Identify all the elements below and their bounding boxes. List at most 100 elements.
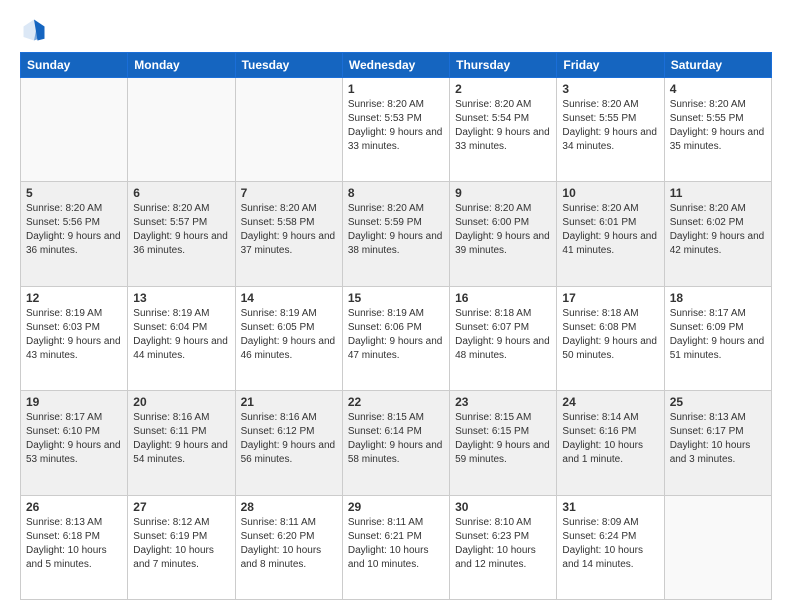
day-info: Sunrise: 8:19 AM Sunset: 6:04 PM Dayligh… — [133, 307, 229, 363]
calendar-cell: 4 Sunrise: 8:20 AM Sunset: 5:55 PM Daylig… — [664, 78, 771, 182]
day-info: Sunrise: 8:17 AM Sunset: 6:10 PM Dayligh… — [26, 411, 122, 467]
day-info: Sunrise: 8:20 AM Sunset: 5:59 PM Dayligh… — [348, 202, 444, 258]
day-number: 24 — [562, 395, 658, 409]
day-info: Sunrise: 8:11 AM Sunset: 6:20 PM Dayligh… — [241, 516, 337, 572]
logo — [20, 16, 52, 44]
day-info: Sunrise: 8:13 AM Sunset: 6:17 PM Dayligh… — [670, 411, 766, 467]
day-number: 25 — [670, 395, 766, 409]
day-number: 14 — [241, 291, 337, 305]
day-number: 22 — [348, 395, 444, 409]
logo-icon — [20, 16, 48, 44]
calendar-cell: 6 Sunrise: 8:20 AM Sunset: 5:57 PM Daylig… — [128, 182, 235, 286]
calendar-week-row: 5Sunrise: 8:20 AM Sunset: 5:56 PM Daylig… — [21, 182, 772, 286]
day-info: Sunrise: 8:18 AM Sunset: 6:07 PM Dayligh… — [455, 307, 551, 363]
calendar-cell: 31Sunrise: 8:09 AM Sunset: 6:24 PM Dayli… — [557, 495, 664, 599]
day-number: 29 — [348, 500, 444, 514]
day-number: 28 — [241, 500, 337, 514]
day-number: 1 — [348, 82, 444, 96]
day-number: 20 — [133, 395, 229, 409]
day-info: Sunrise: 8:20 AM Sunset: 5:53 PM Dayligh… — [348, 98, 444, 154]
day-number: 3 — [562, 82, 658, 96]
day-number: 30 — [455, 500, 551, 514]
weekday-header-row: SundayMondayTuesdayWednesdayThursdayFrid… — [21, 53, 772, 78]
day-info: Sunrise: 8:19 AM Sunset: 6:03 PM Dayligh… — [26, 307, 122, 363]
day-info: Sunrise: 8:20 AM Sunset: 5:55 PM Dayligh… — [562, 98, 658, 154]
calendar-week-row: 19 Sunrise: 8:17 AM Sunset: 6:10 PM Dayli… — [21, 391, 772, 495]
calendar-cell — [664, 495, 771, 599]
day-number: 6 — [133, 186, 229, 200]
day-info: Sunrise: 8:18 AM Sunset: 6:08 PM Dayligh… — [562, 307, 658, 363]
calendar-cell: 26 Sunrise: 8:13 AM Sunset: 6:18 PM Dayli… — [21, 495, 128, 599]
day-number: 11 — [670, 186, 766, 200]
calendar-cell: 21 Sunrise: 8:16 AM Sunset: 6:12 PM Dayli… — [235, 391, 342, 495]
day-info: Sunrise: 8:17 AM Sunset: 6:09 PM Dayligh… — [670, 307, 766, 363]
calendar-cell — [235, 78, 342, 182]
day-number: 15 — [348, 291, 444, 305]
day-info: Sunrise: 8:11 AM Sunset: 6:21 PM Dayligh… — [348, 516, 444, 572]
calendar-cell: 9Sunrise: 8:20 AM Sunset: 6:00 PM Daylig… — [450, 182, 557, 286]
calendar-cell: 20 Sunrise: 8:16 AM Sunset: 6:11 PM Dayli… — [128, 391, 235, 495]
calendar-cell — [21, 78, 128, 182]
day-info: Sunrise: 8:20 AM Sunset: 5:55 PM Dayligh… — [670, 98, 766, 154]
day-number: 8 — [348, 186, 444, 200]
day-info: Sunrise: 8:20 AM Sunset: 5:54 PM Dayligh… — [455, 98, 551, 154]
header — [20, 16, 772, 44]
calendar-cell: 1 Sunrise: 8:20 AM Sunset: 5:53 PM Daylig… — [342, 78, 449, 182]
calendar-cell: 14 Sunrise: 8:19 AM Sunset: 6:05 PM Dayli… — [235, 286, 342, 390]
calendar-cell: 30Sunrise: 8:10 AM Sunset: 6:23 PM Dayli… — [450, 495, 557, 599]
day-info: Sunrise: 8:16 AM Sunset: 6:11 PM Dayligh… — [133, 411, 229, 467]
day-info: Sunrise: 8:14 AM Sunset: 6:16 PM Dayligh… — [562, 411, 658, 467]
calendar-cell: 23Sunrise: 8:15 AM Sunset: 6:15 PM Dayli… — [450, 391, 557, 495]
calendar-cell: 25 Sunrise: 8:13 AM Sunset: 6:17 PM Dayli… — [664, 391, 771, 495]
day-info: Sunrise: 8:19 AM Sunset: 6:06 PM Dayligh… — [348, 307, 444, 363]
calendar-cell — [128, 78, 235, 182]
day-number: 7 — [241, 186, 337, 200]
day-number: 2 — [455, 82, 551, 96]
calendar-table: SundayMondayTuesdayWednesdayThursdayFrid… — [20, 52, 772, 600]
weekday-header-tuesday: Tuesday — [235, 53, 342, 78]
day-info: Sunrise: 8:20 AM Sunset: 5:57 PM Dayligh… — [133, 202, 229, 258]
day-number: 18 — [670, 291, 766, 305]
day-info: Sunrise: 8:20 AM Sunset: 5:56 PM Dayligh… — [26, 202, 122, 258]
day-info: Sunrise: 8:13 AM Sunset: 6:18 PM Dayligh… — [26, 516, 122, 572]
day-info: Sunrise: 8:20 AM Sunset: 6:01 PM Dayligh… — [562, 202, 658, 258]
day-number: 9 — [455, 186, 551, 200]
day-number: 21 — [241, 395, 337, 409]
day-number: 26 — [26, 500, 122, 514]
day-info: Sunrise: 8:09 AM Sunset: 6:24 PM Dayligh… — [562, 516, 658, 572]
calendar-cell: 19 Sunrise: 8:17 AM Sunset: 6:10 PM Dayli… — [21, 391, 128, 495]
calendar-week-row: 1 Sunrise: 8:20 AM Sunset: 5:53 PM Daylig… — [21, 78, 772, 182]
calendar-cell: 15 Sunrise: 8:19 AM Sunset: 6:06 PM Dayli… — [342, 286, 449, 390]
day-info: Sunrise: 8:12 AM Sunset: 6:19 PM Dayligh… — [133, 516, 229, 572]
calendar-cell: 28 Sunrise: 8:11 AM Sunset: 6:20 PM Dayli… — [235, 495, 342, 599]
day-info: Sunrise: 8:15 AM Sunset: 6:15 PM Dayligh… — [455, 411, 551, 467]
day-info: Sunrise: 8:16 AM Sunset: 6:12 PM Dayligh… — [241, 411, 337, 467]
calendar-cell: 8 Sunrise: 8:20 AM Sunset: 5:59 PM Daylig… — [342, 182, 449, 286]
calendar-cell: 5Sunrise: 8:20 AM Sunset: 5:56 PM Daylig… — [21, 182, 128, 286]
calendar-cell: 7 Sunrise: 8:20 AM Sunset: 5:58 PM Daylig… — [235, 182, 342, 286]
calendar-cell: 22Sunrise: 8:15 AM Sunset: 6:14 PM Dayli… — [342, 391, 449, 495]
calendar-cell: 17 Sunrise: 8:18 AM Sunset: 6:08 PM Dayli… — [557, 286, 664, 390]
calendar-cell: 27 Sunrise: 8:12 AM Sunset: 6:19 PM Dayli… — [128, 495, 235, 599]
day-number: 19 — [26, 395, 122, 409]
day-number: 17 — [562, 291, 658, 305]
calendar-cell: 12Sunrise: 8:19 AM Sunset: 6:03 PM Dayli… — [21, 286, 128, 390]
calendar-cell: 2 Sunrise: 8:20 AM Sunset: 5:54 PM Daylig… — [450, 78, 557, 182]
calendar-cell: 13 Sunrise: 8:19 AM Sunset: 6:04 PM Dayli… — [128, 286, 235, 390]
weekday-header-wednesday: Wednesday — [342, 53, 449, 78]
weekday-header-friday: Friday — [557, 53, 664, 78]
calendar-cell: 11 Sunrise: 8:20 AM Sunset: 6:02 PM Dayli… — [664, 182, 771, 286]
day-info: Sunrise: 8:19 AM Sunset: 6:05 PM Dayligh… — [241, 307, 337, 363]
weekday-header-thursday: Thursday — [450, 53, 557, 78]
day-number: 4 — [670, 82, 766, 96]
day-number: 13 — [133, 291, 229, 305]
calendar-cell: 16 Sunrise: 8:18 AM Sunset: 6:07 PM Dayli… — [450, 286, 557, 390]
day-info: Sunrise: 8:20 AM Sunset: 5:58 PM Dayligh… — [241, 202, 337, 258]
day-number: 27 — [133, 500, 229, 514]
calendar-cell: 10Sunrise: 8:20 AM Sunset: 6:01 PM Dayli… — [557, 182, 664, 286]
page: SundayMondayTuesdayWednesdayThursdayFrid… — [0, 0, 792, 612]
day-info: Sunrise: 8:20 AM Sunset: 6:02 PM Dayligh… — [670, 202, 766, 258]
weekday-header-sunday: Sunday — [21, 53, 128, 78]
calendar-cell: 3 Sunrise: 8:20 AM Sunset: 5:55 PM Daylig… — [557, 78, 664, 182]
day-number: 16 — [455, 291, 551, 305]
